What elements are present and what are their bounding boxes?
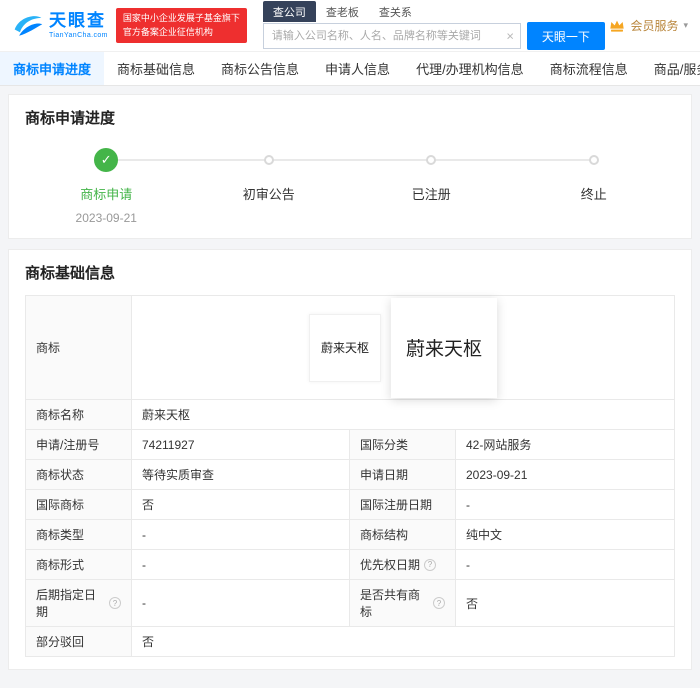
row-value-international-reg-date: - (456, 490, 674, 520)
search-tab-company[interactable]: 查公司 (262, 1, 316, 22)
row-value-priority-date: - (456, 550, 674, 580)
pending-circle-icon (426, 155, 437, 165)
step-label: 初审公告 (242, 187, 295, 202)
priority-date-label-text: 优先权日期 (360, 558, 421, 572)
step-date: 2023-09-21 (75, 211, 137, 225)
tab-agency-info[interactable]: 代理/办理机构信息 (403, 52, 537, 85)
search-input-wrap: × (262, 23, 521, 49)
row-label-trademark-form: 商标形式 (26, 550, 132, 580)
step-label: 商标申请 (80, 187, 133, 202)
tab-goods-services[interactable]: 商品/服务项目 (641, 52, 700, 85)
trademark-image-preview-text: 蔚来天枢 (405, 338, 482, 360)
trademark-image-cell: 蔚来天枢 蔚来天枢 (132, 296, 674, 400)
chevron-down-icon: ▾ (683, 20, 688, 30)
logo-en: TianYanCha.com (49, 32, 108, 39)
topbar: 天眼查 TianYanCha.com 国家中小企业发展子基金旗下 官方备案企业征… (0, 0, 700, 52)
tianyancha-logo-icon (14, 15, 43, 36)
trademark-image-preview: 蔚来天枢 (391, 297, 497, 398)
row-label-international-class: 国际分类 (350, 430, 456, 460)
row-value-registration-number: 74211927 (132, 430, 350, 460)
row-label-priority-date: 优先权日期 ? (350, 550, 456, 580)
step-registered: 已注册 (350, 148, 513, 225)
row-label-trademark: 商标 (26, 296, 132, 400)
tab-applicant-info[interactable]: 申请人信息 (312, 52, 403, 85)
progress-card-title: 商标申请进度 (25, 110, 116, 127)
row-value-trademark-structure: 纯中文 (456, 520, 674, 550)
basic-info-card: 商标基础信息 商标 蔚来天枢 蔚来天枢 商标名称 蔚来天枢 申请/注册号 742… (8, 249, 692, 670)
later-designation-label-text: 后期指定日期 (36, 588, 97, 619)
row-value-trademark-name: 蔚来天枢 (132, 400, 674, 430)
row-value-international-class: 42-网站服务 (456, 430, 674, 460)
slogan-badge: 国家中小企业发展子基金旗下 官方备案企业征信机构 (115, 7, 247, 44)
row-label-trademark-structure: 商标结构 (350, 520, 456, 550)
tab-trademark-gazette[interactable]: 商标公告信息 (208, 52, 312, 85)
help-icon[interactable]: ? (424, 558, 437, 571)
trademark-image-thumb-text: 蔚来天枢 (320, 341, 369, 355)
check-circle-icon: ✓ (94, 148, 119, 172)
tab-trademark-progress[interactable]: 商标申请进度 (0, 52, 105, 85)
logo-text: 天眼查 TianYanCha.com (49, 12, 108, 39)
row-value-collective-trademark: 否 (456, 580, 674, 627)
slogan-line-2: 官方备案企业征信机构 (122, 26, 213, 37)
pending-circle-icon (263, 155, 274, 165)
row-label-international-trademark: 国际商标 (26, 490, 132, 520)
step-application: ✓ 商标申请 2023-09-21 (25, 148, 188, 225)
collective-trademark-label-text: 是否共有商标 (360, 588, 421, 619)
row-value-partial-rejection: 否 (142, 635, 155, 649)
logo-cn: 天眼查 (49, 11, 106, 30)
row-label-application-date: 申请日期 (350, 460, 456, 490)
row-label-partial-rejection: 部分驳回 (26, 627, 132, 656)
step-terminated: 终止 (513, 148, 676, 225)
section-nav: 商标申请进度 商标基础信息 商标公告信息 申请人信息 代理/办理机构信息 商标流… (0, 52, 700, 86)
step-preliminary-gazette: 初审公告 (188, 148, 351, 225)
search-button[interactable]: 天眼一下 (526, 22, 605, 50)
row-label-registration-number: 申请/注册号 (26, 430, 132, 460)
progress-card: 商标申请进度 ✓ 商标申请 2023-09-21 初审公告 已注册 终止 (8, 94, 692, 239)
clear-icon[interactable]: × (506, 30, 514, 43)
basic-info-card-title: 商标基础信息 (25, 265, 116, 282)
row-value-trademark-status: 等待实质审查 (132, 460, 350, 490)
step-label: 已注册 (411, 187, 451, 202)
search-tab-relation[interactable]: 查关系 (369, 1, 422, 22)
step-label: 终止 (580, 187, 607, 202)
help-icon[interactable]: ? (433, 597, 445, 609)
row-label-collective-trademark: 是否共有商标 ? (350, 580, 456, 627)
row-value-later-designation-date: - (132, 580, 350, 627)
progress-stepper: ✓ 商标申请 2023-09-21 初审公告 已注册 终止 (25, 148, 675, 226)
member-services-label: 会员服务 (630, 19, 679, 33)
page-content: 商标申请进度 ✓ 商标申请 2023-09-21 初审公告 已注册 终止 商标基… (0, 86, 700, 688)
row-label-trademark-type: 商标类型 (26, 520, 132, 550)
tab-trademark-flow[interactable]: 商标流程信息 (537, 52, 641, 85)
row-label-trademark-name: 商标名称 (26, 400, 132, 430)
tab-trademark-basic[interactable]: 商标基础信息 (104, 52, 208, 85)
row-value-international-trademark: 否 (132, 490, 350, 520)
trademark-image-thumb[interactable]: 蔚来天枢 (309, 313, 381, 382)
search-row: × 天眼一下 (262, 22, 605, 50)
search-area: 查公司 查老板 查关系 × 天眼一下 (262, 1, 605, 50)
row-value-trademark-type: - (132, 520, 350, 550)
row-label-international-reg-date: 国际注册日期 (350, 490, 456, 520)
crown-icon (610, 20, 625, 32)
row-value-application-date: 2023-09-21 (456, 460, 674, 490)
slogan-line-1: 国家中小企业发展子基金旗下 (122, 12, 240, 23)
row-label-trademark-status: 商标状态 (26, 460, 132, 490)
search-type-tabs: 查公司 查老板 查关系 (262, 1, 605, 22)
pending-circle-icon (588, 155, 599, 165)
row-label-later-designation-date: 后期指定日期 ? (26, 580, 132, 627)
trademark-basic-table: 商标 蔚来天枢 蔚来天枢 商标名称 蔚来天枢 申请/注册号 74211927 国… (25, 295, 675, 657)
search-tab-boss[interactable]: 查老板 (316, 1, 369, 22)
row-value-trademark-form: - (132, 550, 350, 580)
search-input[interactable] (262, 23, 521, 49)
member-services[interactable]: 会员服务 ▾ (609, 17, 688, 34)
tianyancha-logo[interactable]: 天眼查 TianYanCha.com (12, 10, 108, 42)
help-icon[interactable]: ? (109, 597, 121, 609)
